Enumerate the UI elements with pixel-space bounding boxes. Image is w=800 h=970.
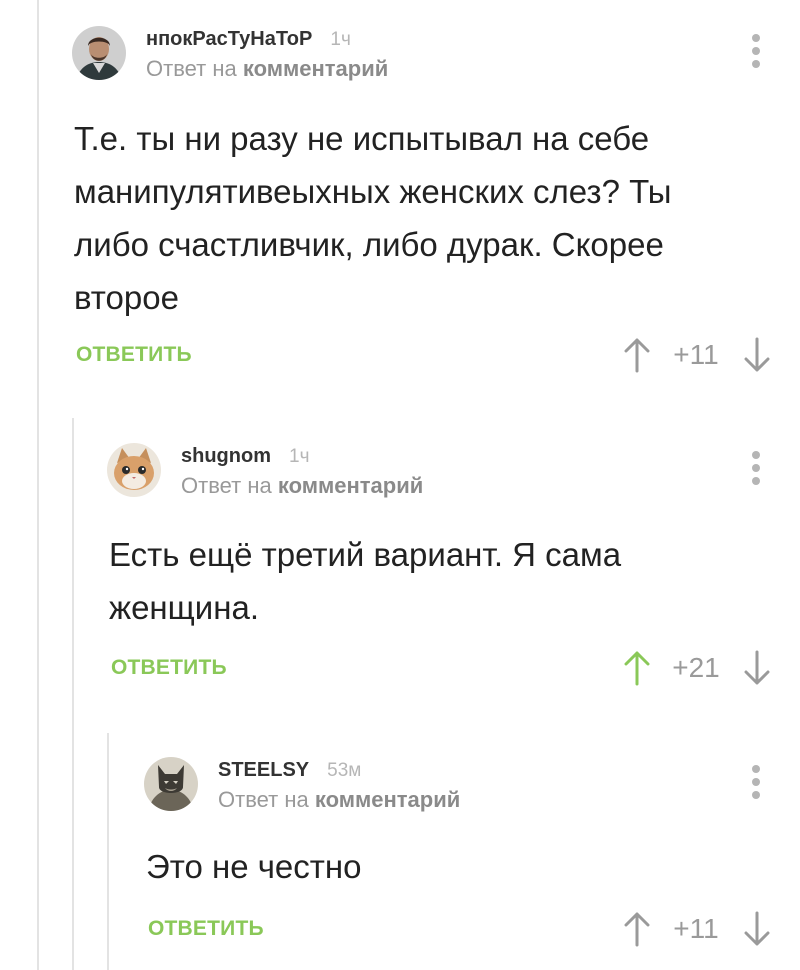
reply-to-info: Ответ на комментарий [218,787,460,813]
arrow-down-icon[interactable] [744,911,770,947]
comment-time: 1ч [330,29,351,50]
comment-time: 53м [327,760,362,781]
comment: shugnom 1ч Ответ на комментарий Есть ещё … [107,443,800,703]
username[interactable]: shugnom 1ч [181,445,309,468]
arrow-up-icon[interactable] [624,911,650,947]
comment-menu-icon[interactable] [750,765,762,805]
vote-controls: +11 [624,907,770,951]
reply-prefix: Ответ на [146,56,237,81]
arrow-down-icon[interactable] [744,650,770,686]
comment-text: Это не честно [146,848,362,885]
vote-controls: +11 [624,333,770,377]
avatar[interactable] [107,443,161,497]
arrow-up-icon[interactable] [624,337,650,373]
reply-prefix: Ответ на [218,787,309,812]
comment: STEELSY 53м Ответ на комментарий Это не ч… [144,757,800,970]
comment-text: Есть ещё третий вариант. Я сама женщина. [109,536,622,626]
comment-time: 1ч [289,446,310,467]
reply-to-link[interactable]: комментарий [315,787,460,812]
arrow-down-icon[interactable] [744,337,770,373]
username[interactable]: нпокРасТуНаТоР 1ч [146,28,351,51]
reply-to-link[interactable]: комментарий [243,56,388,81]
vote-controls: +21 [624,646,770,690]
comment-menu-icon[interactable] [750,34,762,74]
reply-button[interactable]: ОТВЕТИТЬ [76,343,192,367]
thread-line-level-2 [72,418,74,970]
reply-button[interactable]: ОТВЕТИТЬ [111,656,227,680]
reply-prefix: Ответ на [181,473,272,498]
avatar[interactable] [144,757,198,811]
reply-to-info: Ответ на комментарий [181,473,423,499]
comment: нпокРасТуНаТоР 1ч Ответ на комментарий Т.… [72,26,800,386]
thread-line-level-3 [107,733,109,970]
vote-score: +21 [672,652,720,683]
arrow-up-icon[interactable] [624,650,650,686]
avatar[interactable] [72,26,126,80]
thread-line-level-1 [37,0,39,970]
vote-score: +11 [673,339,719,370]
username[interactable]: STEELSY 53м [218,759,361,782]
reply-to-info: Ответ на комментарий [146,56,388,82]
vote-score: +11 [673,913,719,944]
reply-button[interactable]: ОТВЕТИТЬ [148,917,264,941]
comment-text: Т.е. ты ни разу не испытывал на себе ман… [74,120,672,316]
reply-to-link[interactable]: комментарий [278,473,423,498]
comment-menu-icon[interactable] [750,451,762,491]
